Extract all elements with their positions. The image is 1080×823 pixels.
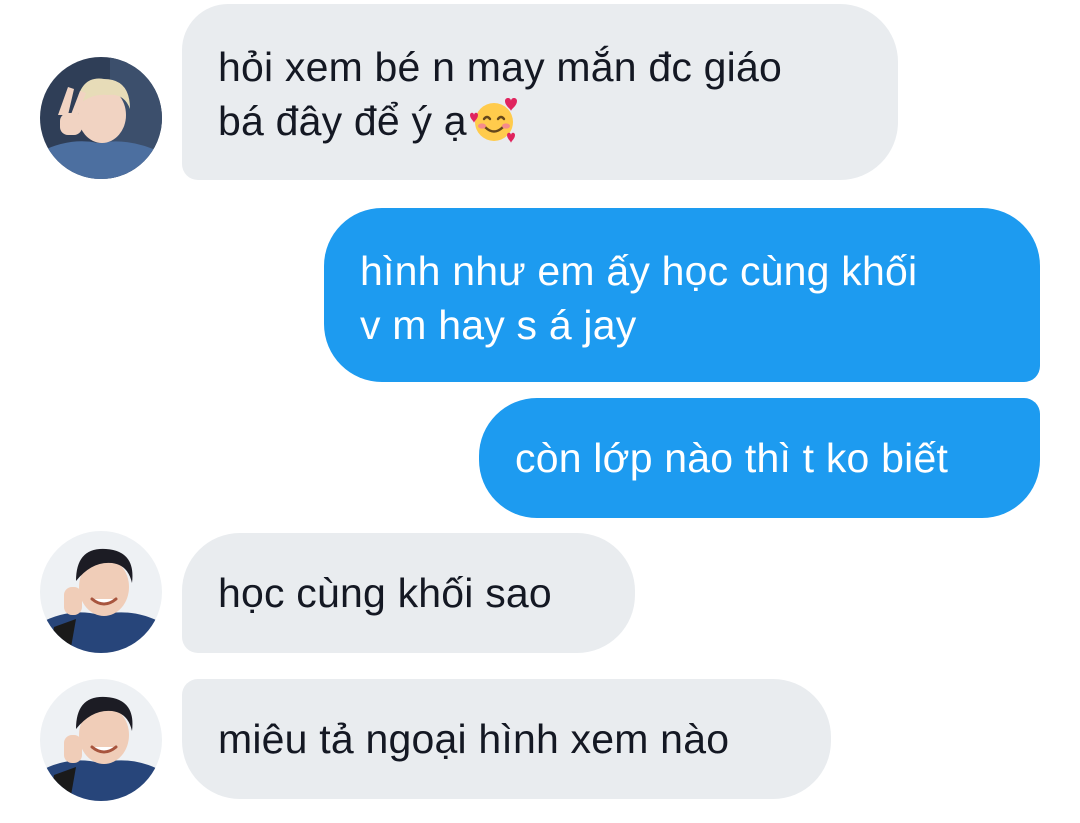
message-bubble-outgoing[interactable]: hình như em ấy học cùng khối v m hay s á…: [324, 208, 1040, 382]
message-text: còn lớp nào thì t ko biết: [515, 435, 949, 481]
message-bubble-incoming[interactable]: hỏi xem bé n may mắn đc giáo bá đây để ý…: [182, 4, 898, 180]
message-text: miêu tả ngoại hình xem nào: [218, 716, 730, 762]
message-text: hình như em ấy học cùng khối: [360, 248, 918, 294]
smiling-face-with-hearts-icon: [469, 98, 517, 143]
message-text: v m hay s á jay: [360, 302, 637, 348]
message-bubble-incoming[interactable]: học cùng khối sao: [182, 533, 635, 653]
message-bubble-outgoing[interactable]: còn lớp nào thì t ko biết: [479, 398, 1040, 518]
avatar[interactable]: [40, 531, 162, 653]
message-text: hỏi xem bé n may mắn đc giáo: [218, 44, 782, 90]
avatar-dark-hair-image: [40, 679, 162, 801]
message-text: học cùng khối sao: [218, 570, 552, 616]
avatar-dark-hair-image: [40, 531, 162, 653]
message-text: bá đây để ý ạ: [218, 94, 898, 148]
avatar[interactable]: [40, 679, 162, 801]
chat-thread: hỏi xem bé n may mắn đc giáo bá đây để ý…: [0, 0, 1080, 823]
message-bubble-incoming[interactable]: miêu tả ngoại hình xem nào: [182, 679, 831, 799]
avatar-blond-image: [40, 57, 162, 179]
avatar[interactable]: [40, 57, 162, 179]
